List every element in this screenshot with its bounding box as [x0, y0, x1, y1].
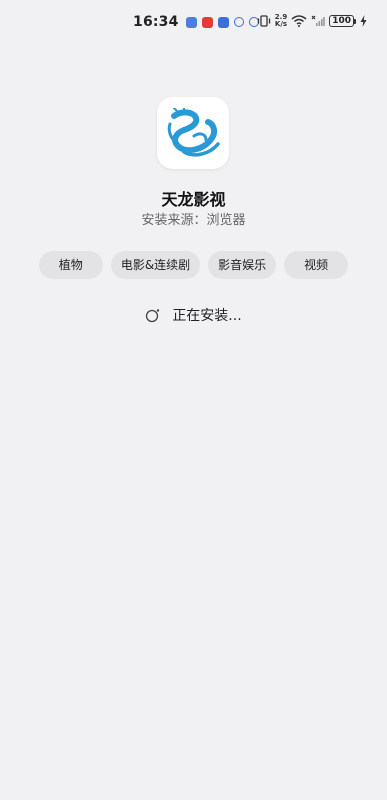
battery-tip — [354, 18, 356, 24]
wifi-icon — [291, 15, 307, 27]
vibrate-icon — [257, 15, 270, 27]
status-bar: 16:34 2.9 K/s 100 — [0, 0, 387, 44]
clock: 16:34 — [133, 14, 179, 30]
net-speed-unit: K/s — [274, 20, 288, 28]
tag-movies-series[interactable]: 电影&连续剧 — [110, 251, 201, 279]
category-tags: 植物 电影&连续剧 影音娱乐 视频 — [0, 251, 387, 279]
loading-spinner-icon — [146, 308, 160, 322]
charging-icon — [360, 15, 367, 27]
install-progress: 正在安装... — [0, 305, 387, 325]
status-right: 2.9 K/s 100 — [257, 14, 367, 28]
installing-text: 正在安装... — [172, 308, 242, 324]
app-icon — [157, 97, 229, 169]
net-speed: 2.9 K/s — [275, 14, 287, 28]
tag-video[interactable]: 视频 — [284, 251, 349, 279]
tag-entertainment[interactable]: 影音娱乐 — [208, 251, 277, 279]
notif-app-icon — [185, 16, 197, 28]
signal-icon — [311, 15, 326, 26]
battery-level: 100 — [329, 15, 354, 27]
notif-blue-icon — [217, 16, 229, 28]
install-source: 安装来源：浏览器 — [141, 213, 246, 228]
notif-red-icon — [201, 16, 213, 28]
dragon-logo-icon — [167, 108, 220, 157]
app-name: 天龙影视 — [161, 190, 226, 209]
notif-gear-icon — [233, 17, 244, 27]
battery-indicator: 100 — [329, 15, 356, 27]
tag-plants[interactable]: 植物 — [38, 251, 103, 279]
status-left: 16:34 — [133, 14, 259, 30]
